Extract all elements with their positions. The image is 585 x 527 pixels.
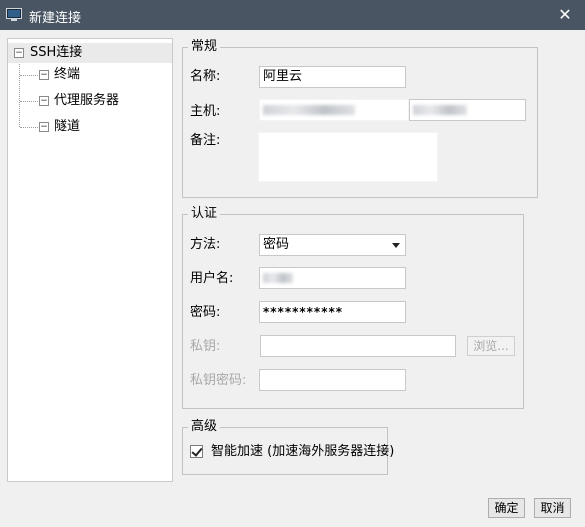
tree-item-label: 隧道 (54, 119, 81, 134)
tree-item-label: SSH连接 (30, 45, 83, 60)
group-title: 常规 (188, 39, 221, 55)
title-bar: 新建连接 ✕ (0, 0, 585, 30)
tree-item-label: 代理服务器 (54, 93, 120, 108)
close-icon[interactable]: ✕ (545, 0, 585, 30)
host-label: 主机: (190, 104, 221, 119)
private-key-label: 私钥: (190, 339, 221, 354)
redacted-text (413, 104, 467, 115)
username-input[interactable] (259, 267, 406, 289)
redacted-text (263, 272, 293, 283)
group-title: 认证 (188, 206, 221, 222)
password-label: 密码: (190, 305, 221, 320)
note-textarea[interactable] (258, 132, 438, 182)
key-password-label: 私钥密码: (190, 373, 247, 388)
host-input[interactable] (259, 99, 409, 121)
collapse-icon[interactable]: − (39, 122, 49, 132)
method-label: 方法: (190, 237, 221, 252)
key-password-input[interactable] (259, 369, 406, 391)
redacted-text (263, 104, 355, 115)
name-label: 名称: (190, 69, 221, 84)
note-label: 备注: (190, 133, 221, 148)
username-label: 用户名: (190, 271, 234, 286)
tree-item-label: 终端 (54, 67, 81, 82)
name-input[interactable]: 阿里云 (259, 66, 406, 88)
collapse-icon[interactable]: − (14, 48, 24, 58)
smart-accel-checkbox[interactable] (190, 445, 203, 458)
settings-tree: − SSH连接 − 终端 − 代理服务器 − 隧道 (7, 38, 173, 482)
browse-button[interactable]: 浏览... (467, 336, 515, 356)
smart-accel-label[interactable]: 智能加速 (加速海外服务器连接) (211, 443, 394, 461)
tree-item-tunnel[interactable]: − 隧道 (8, 117, 172, 137)
cancel-button[interactable]: 取消 (534, 498, 571, 518)
terminal-app-icon (6, 8, 22, 21)
tree-item-terminal[interactable]: − 终端 (8, 65, 172, 85)
group-title: 高级 (188, 419, 221, 435)
method-select-value: 密码 (263, 237, 290, 252)
ok-button[interactable]: 确定 (488, 498, 525, 518)
window-title: 新建连接 (29, 11, 82, 26)
method-select[interactable]: 密码 (259, 234, 406, 256)
tree-item-ssh[interactable]: − SSH连接 (8, 43, 172, 63)
collapse-icon[interactable]: − (39, 96, 49, 106)
tree-item-proxy[interactable]: − 代理服务器 (8, 91, 172, 111)
password-input[interactable]: *********** (259, 301, 406, 323)
port-input[interactable] (409, 99, 526, 121)
private-key-input[interactable] (260, 335, 456, 357)
chevron-down-icon (392, 243, 400, 248)
collapse-icon[interactable]: − (39, 70, 49, 80)
